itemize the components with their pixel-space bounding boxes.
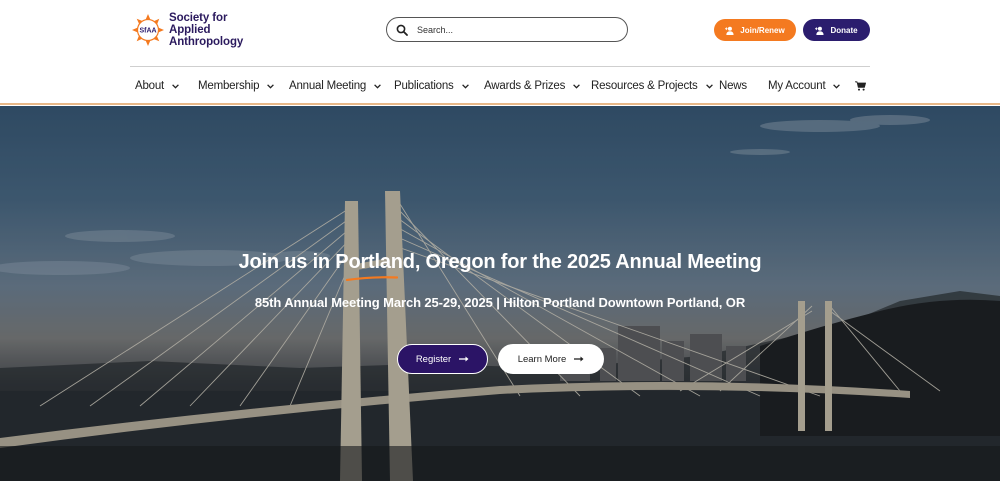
site-name-line-1: Society for	[169, 12, 228, 24]
register-label: Register	[415, 353, 452, 365]
search-icon[interactable]	[396, 24, 408, 36]
svg-text:SfAA: SfAA	[139, 28, 156, 35]
nav-item-publications[interactable]: Publications	[394, 75, 469, 97]
nav-item-label: About	[135, 80, 165, 92]
join-renew-button[interactable]: Join/Renew	[714, 19, 796, 41]
nav-item-label: Publications	[394, 80, 454, 92]
site-header: SfAA Society for Applied Anthropology Jo…	[0, 0, 1000, 105]
nav-item-label: Resources & Projects	[591, 80, 698, 92]
nav-item-label: News	[719, 80, 747, 92]
nav-item-news[interactable]: News	[719, 75, 747, 97]
nav-item-membership[interactable]: Membership	[198, 75, 275, 97]
hero-overlay	[0, 106, 1000, 481]
sfaa-logo-mark: SfAA	[130, 12, 166, 48]
nav-item-label: Annual Meeting	[289, 80, 367, 92]
search-box[interactable]	[386, 17, 628, 42]
header-divider	[130, 66, 870, 67]
shopping-cart-icon[interactable]	[855, 81, 866, 91]
donate-label: Donate	[830, 25, 858, 35]
learn-more-button[interactable]: Learn More	[498, 344, 604, 374]
chevron-down-icon	[705, 83, 713, 89]
hero-subtitle: 85th Annual Meeting March 25-29, 2025 | …	[254, 295, 746, 310]
chevron-down-icon	[461, 83, 469, 89]
site-name-line-2: Applied	[169, 24, 211, 36]
donate-button[interactable]: Donate	[803, 19, 870, 41]
site-logo[interactable]: SfAA Society for Applied Anthropology	[130, 9, 250, 51]
nav-item-my-account[interactable]: My Account	[768, 75, 841, 97]
site-name: Society for Applied Anthropology	[169, 12, 243, 48]
add-user-icon	[725, 26, 734, 35]
search-input[interactable]	[417, 24, 607, 35]
arrow-right-icon	[459, 356, 469, 362]
join-renew-label: Join/Renew	[740, 25, 785, 35]
bridge-photo-background	[0, 106, 1000, 481]
nav-item-annual-meeting[interactable]: Annual Meeting	[289, 75, 381, 97]
site-name-line-3: Anthropology	[169, 36, 244, 48]
hero-title: Join us in Portland, Oregon for the 2025…	[238, 251, 762, 273]
arrow-right-icon	[574, 356, 584, 362]
chevron-down-icon	[374, 83, 381, 89]
chevron-down-icon	[172, 83, 179, 89]
nav-item-label: Membership	[198, 80, 260, 92]
hero-banner: Join us in Portland, Oregon for the 2025…	[0, 106, 1000, 481]
add-user-icon	[815, 26, 824, 35]
main-nav: About Membership Annual Meeting Publicat…	[0, 75, 1000, 97]
learn-more-label: Learn More	[517, 353, 567, 365]
register-button[interactable]: Register	[397, 344, 488, 374]
nav-item-label: My Account	[768, 80, 826, 92]
nav-item-label: Awards & Prizes	[484, 80, 566, 92]
chevron-down-icon	[833, 83, 841, 89]
chevron-down-icon	[573, 83, 581, 89]
nav-item-awards-prizes[interactable]: Awards & Prizes	[484, 75, 581, 97]
nav-item-about[interactable]: About	[135, 75, 179, 97]
title-underline-accent	[346, 276, 398, 281]
nav-item-resources-projects[interactable]: Resources & Projects	[591, 75, 713, 97]
chevron-down-icon	[267, 83, 275, 89]
